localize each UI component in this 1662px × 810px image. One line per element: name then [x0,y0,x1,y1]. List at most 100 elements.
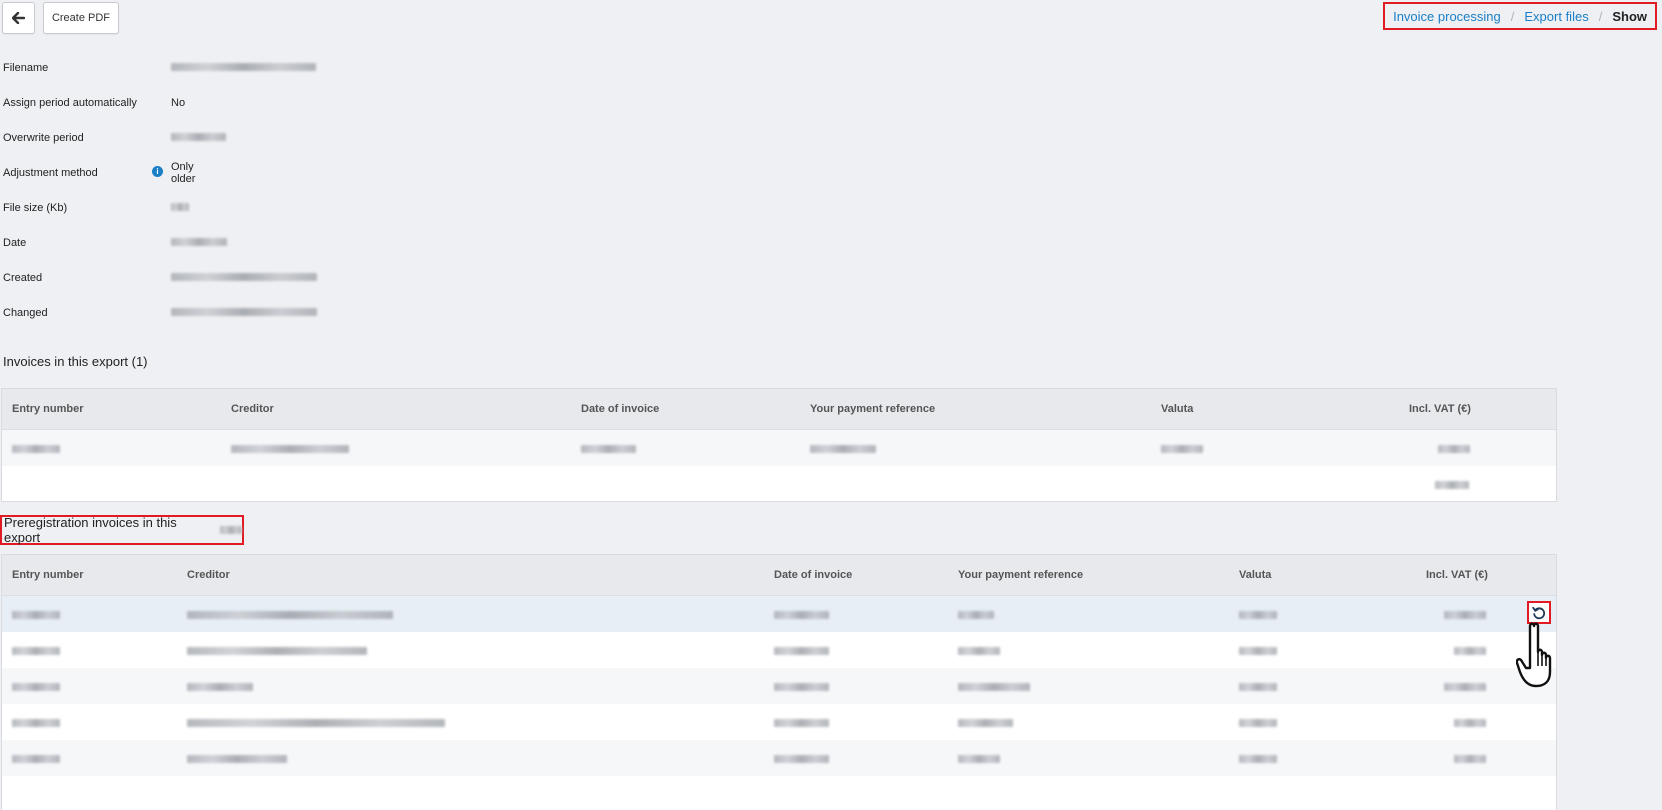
date-label: Date [3,236,27,249]
cell-creditor [187,610,393,622]
cell-entry-number [12,444,60,456]
breadcrumb-invoice-processing[interactable]: Invoice processing [1393,9,1501,24]
column-incl-vat[interactable]: Incl. VAT (€) [1409,403,1471,415]
cell-creditor [187,718,445,730]
column-payment-reference[interactable]: Your payment reference [958,569,1083,581]
cell-entry-number [12,646,60,658]
cell-creditor [187,754,287,766]
column-entry-number[interactable]: Entry number [12,569,84,581]
cell-entry-number [12,682,60,694]
table-row[interactable] [2,704,1556,740]
cell-date [774,610,829,622]
hand-cursor-icon [1516,622,1552,688]
cell-valuta [1239,610,1277,622]
filename-label: Filename [3,61,49,74]
adjustment-method-label: Adjustment method [3,166,98,179]
reload-icon [1532,606,1546,619]
table-row[interactable] [2,740,1556,776]
cell-valuta [1239,718,1277,730]
preregistration-table: Entry number Creditor Date of invoice Yo… [1,554,1557,810]
detail-row-changed: Changed [3,295,317,330]
breadcrumb-separator: / [1598,8,1603,24]
create-pdf-button[interactable]: Create PDF [43,2,119,34]
table-row[interactable] [2,430,1556,466]
column-creditor[interactable]: Creditor [187,569,230,581]
arrow-left-icon [12,12,25,24]
cell-amount [1444,610,1486,622]
column-date-of-invoice[interactable]: Date of invoice [581,403,659,415]
cell-reference [958,718,1013,730]
cell-amount [1454,646,1486,658]
info-icon[interactable]: i [152,166,163,177]
overwrite-period-value [171,132,226,144]
cell-valuta [1239,682,1277,694]
detail-row-date: Date [3,225,227,260]
column-payment-reference[interactable]: Your payment reference [810,403,935,415]
cell-entry-number [12,718,60,730]
toolbar: Create PDF [2,2,119,34]
cell-reference [958,754,1000,766]
detail-row-created: Created [3,260,317,295]
detail-row-filename: Filename [3,50,316,85]
table-row[interactable] [2,668,1556,704]
detail-row-adjustment-method: Adjustment method i Only older [3,155,195,190]
breadcrumb-current: Show [1612,8,1647,24]
invoices-table: Entry number Creditor Date of invoice Yo… [1,388,1557,502]
breadcrumb: Invoice processing / Export files / Show [1383,2,1657,30]
cell-reference [958,646,1000,658]
overwrite-period-label: Overwrite period [3,131,84,144]
column-date-of-invoice[interactable]: Date of invoice [774,569,852,581]
cell-valuta [1161,444,1203,456]
adjustment-method-value: Only older [171,160,196,185]
cell-date [581,444,636,456]
cell-date [774,718,829,730]
table-row[interactable] [2,632,1556,668]
cell-amount [1438,444,1470,456]
table-total-row [2,466,1556,502]
cell-date [774,646,829,658]
assign-period-value: No [171,96,186,109]
cell-valuta [1239,646,1277,658]
column-valuta[interactable]: Valuta [1161,403,1193,415]
table-row[interactable] [2,596,1556,632]
cell-creditor [187,682,253,694]
preregistration-count [220,526,242,534]
breadcrumb-export-files[interactable]: Export files [1524,9,1588,24]
export-details: Filename Assign period automatically No … [3,50,317,330]
column-creditor[interactable]: Creditor [231,403,274,415]
preregistration-section-title: Preregistration invoices in this export [0,515,244,545]
cell-date [774,754,829,766]
breadcrumb-separator: / [1510,8,1515,24]
detail-row-file-size: File size (Kb) [3,190,189,225]
filename-value [171,62,316,74]
changed-value [171,307,317,319]
cell-reference [810,444,876,456]
cell-entry-number [12,610,60,622]
cell-creditor [231,444,349,456]
table-header: Entry number Creditor Date of invoice Yo… [2,555,1556,596]
changed-label: Changed [3,306,48,319]
reload-button[interactable] [1527,601,1551,624]
invoices-section-title: Invoices in this export (1) [3,354,148,369]
cell-reference [958,682,1030,694]
column-entry-number[interactable]: Entry number [12,403,84,415]
back-button[interactable] [2,2,35,34]
created-value [171,272,317,284]
detail-row-assign-period: Assign period automatically No [3,85,185,120]
cell-reference [958,610,994,622]
column-valuta[interactable]: Valuta [1239,569,1271,581]
assign-period-label: Assign period automatically [3,96,137,109]
file-size-value [171,202,189,214]
cell-amount [1454,754,1486,766]
detail-row-overwrite-period: Overwrite period [3,120,226,155]
cell-creditor [187,646,367,658]
cell-valuta [1239,754,1277,766]
cell-amount [1454,718,1486,730]
cell-total [1435,480,1469,492]
column-incl-vat[interactable]: Incl. VAT (€) [1426,569,1488,581]
cell-amount [1444,682,1486,694]
table-header: Entry number Creditor Date of invoice Yo… [2,389,1556,430]
cell-date [774,682,829,694]
created-label: Created [3,271,43,284]
cell-entry-number [12,754,60,766]
